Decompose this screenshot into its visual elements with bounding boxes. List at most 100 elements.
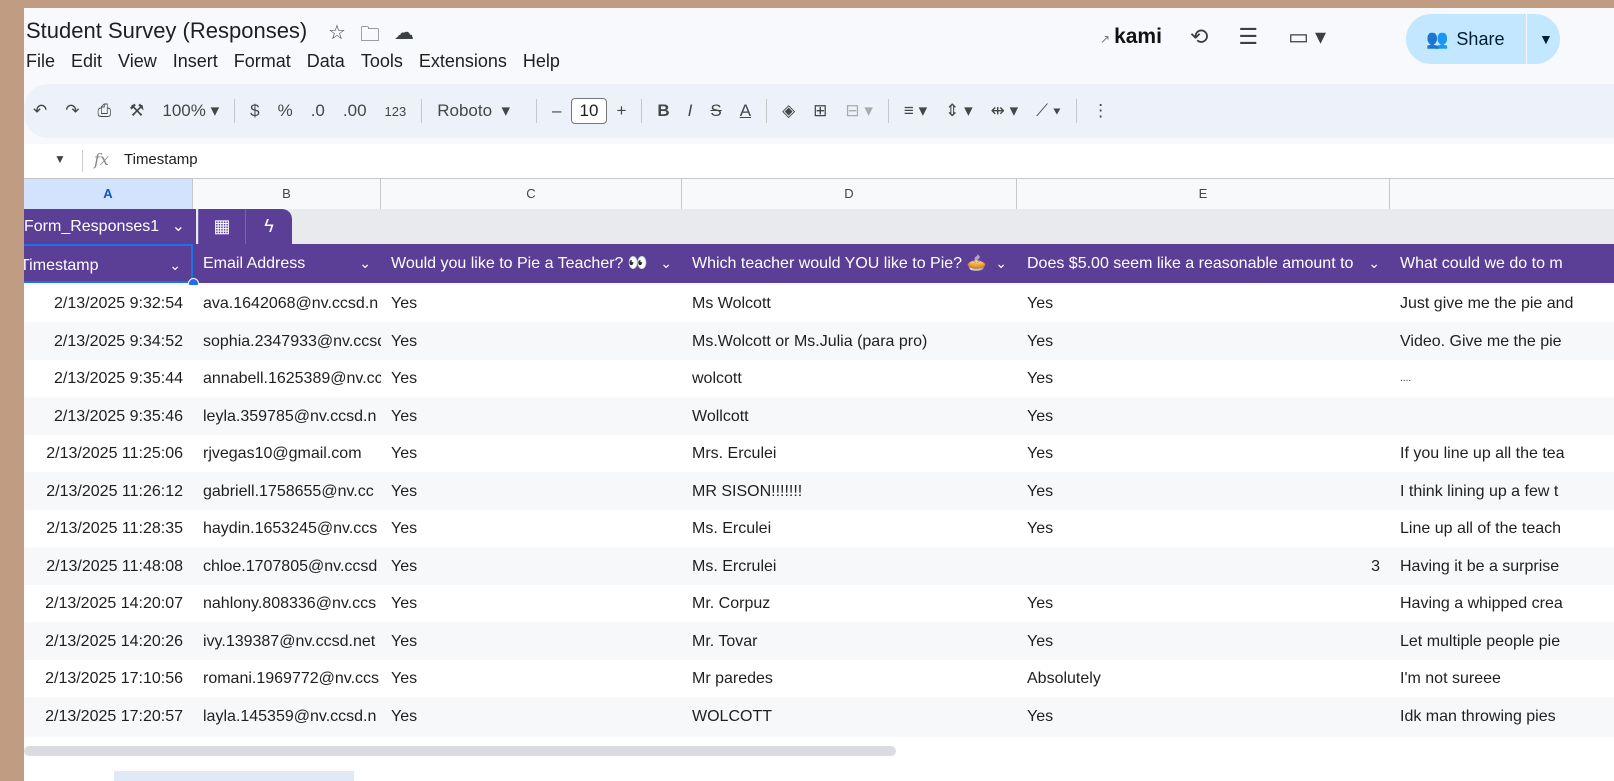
cell-which-teacher[interactable]: Mr. Corpuz [682, 585, 1017, 622]
header-email[interactable]: Email Address ⌄ [193, 244, 381, 283]
increase-font-size-button[interactable]: + [616, 101, 626, 121]
cell-email[interactable]: ava.1642068@nv.ccsd.n [193, 285, 381, 322]
undo-icon[interactable]: ↶ [33, 101, 47, 121]
header-timestamp[interactable]: Timestamp ⌄ [24, 244, 193, 283]
fill-color-icon[interactable]: ◈ [782, 101, 795, 121]
cell-timestamp[interactable]: 2/13/2025 17:10:56 [24, 660, 193, 697]
cell-which-teacher[interactable]: Mrs. Erculei [682, 435, 1017, 472]
share-dropdown-icon[interactable]: ▼ [1527, 31, 1553, 47]
cell-timestamp[interactable]: 2/13/2025 9:32:54 [24, 285, 193, 322]
column-header-c[interactable]: C [381, 179, 682, 209]
menu-help[interactable]: Help [523, 51, 560, 72]
column-header-e[interactable]: E [1017, 179, 1390, 209]
cell-what-could-we-do[interactable]: I'm not sureee [1390, 660, 1614, 697]
strikethrough-button[interactable]: S [710, 101, 721, 121]
cell-email[interactable]: ivy.139387@nv.ccsd.net [193, 623, 381, 660]
move-folder-icon[interactable]: 🗀 [360, 20, 380, 54]
cell-pie-teacher[interactable]: Yes [381, 698, 682, 735]
print-icon[interactable]: ⎙ [98, 101, 112, 121]
cell-timestamp[interactable]: 2/13/2025 9:35:44 [24, 360, 193, 397]
font-size-input[interactable]: 10 [570, 98, 608, 124]
menu-file[interactable]: File [26, 51, 55, 72]
table-row[interactable]: 2/13/2025 9:35:46 leyla.359785@nv.ccsd.n Y… [24, 397, 1614, 435]
star-icon[interactable]: ☆ [328, 20, 346, 54]
horizontal-scrollbar[interactable] [24, 737, 1614, 781]
cell-which-teacher[interactable]: MR SISON!!!!!!! [682, 473, 1017, 510]
formula-input[interactable]: Timestamp [124, 151, 198, 168]
cell-pie-teacher[interactable]: Yes [381, 360, 682, 397]
text-rotation-icon[interactable]: ⟋ ▾ [1036, 101, 1061, 121]
cell-what-could-we-do[interactable]: Just give me the pie and [1390, 285, 1614, 322]
text-color-button[interactable]: A [740, 101, 751, 121]
cell-email[interactable]: romani.1969772@nv.ccs [193, 660, 381, 697]
cell-which-teacher[interactable]: Ms.Wolcott or Ms.Julia (para pro) [682, 323, 1017, 360]
table-row[interactable]: 2/13/2025 9:35:44 annabell.1625389@nv.cc Y… [24, 360, 1614, 397]
cell-pie-teacher[interactable]: Yes [381, 435, 682, 472]
cell-what-could-we-do[interactable]: .... [1390, 360, 1614, 397]
lightning-icon[interactable]: ϟ [245, 209, 292, 244]
cell-what-could-we-do[interactable]: Idk man throwing pies [1390, 698, 1614, 735]
cell-email[interactable]: nahlony.808336@nv.ccs [193, 585, 381, 622]
cell-email[interactable]: chloe.1707805@nv.ccsd [193, 548, 381, 585]
column-header-f[interactable] [1390, 179, 1614, 209]
cell-what-could-we-do[interactable]: Line up all of the teach [1390, 510, 1614, 547]
cell-email[interactable]: rjvegas10@gmail.com [193, 435, 381, 472]
menu-edit[interactable]: Edit [71, 51, 102, 72]
cell-pie-teacher[interactable]: Yes [381, 548, 682, 585]
cell-reasonable-amount[interactable]: Yes [1017, 398, 1390, 435]
meet-icon[interactable]: ▭ ▾ [1288, 24, 1326, 50]
cell-pie-teacher[interactable]: Yes [381, 585, 682, 622]
menu-data[interactable]: Data [307, 51, 345, 72]
table-row[interactable]: 2/13/2025 11:28:35 haydin.1653245@nv.ccs Y… [24, 510, 1614, 547]
cell-email[interactable]: haydin.1653245@nv.ccs [193, 510, 381, 547]
header-reasonable-amount[interactable]: Does $5.00 seem like a reasonable amount… [1017, 244, 1390, 283]
decrease-font-size-button[interactable]: – [552, 101, 561, 121]
italic-button[interactable]: I [688, 101, 693, 121]
cell-email[interactable]: gabriell.1758655@nv.cc [193, 473, 381, 510]
cell-reasonable-amount[interactable]: Yes [1017, 698, 1390, 735]
header-pie-teacher[interactable]: Would you like to Pie a Teacher? 👀 ⌄ [381, 244, 682, 283]
cell-pie-teacher[interactable]: Yes [381, 398, 682, 435]
cell-email[interactable]: annabell.1625389@nv.cc [193, 360, 381, 397]
version-history-icon[interactable]: ⟲ [1190, 24, 1208, 50]
header-which-teacher[interactable]: Which teacher would YOU like to Pie? 🥧 ⌄ [682, 244, 1017, 283]
column-header-b[interactable]: B [193, 179, 381, 209]
cell-reasonable-amount[interactable]: 3 [1017, 548, 1390, 585]
cell-what-could-we-do[interactable]: Having a whipped crea [1390, 585, 1614, 622]
cell-reasonable-amount[interactable]: Yes [1017, 285, 1390, 322]
cloud-status-icon[interactable]: ☁ [394, 20, 414, 54]
font-select[interactable]: Roboto ▾ [437, 101, 510, 121]
more-formats-button[interactable]: 123 [385, 104, 407, 119]
increase-decimal-button[interactable]: .00 [343, 101, 367, 121]
calculator-icon[interactable]: ▦ [198, 209, 245, 244]
name-box-dropdown-icon[interactable]: ▼ [54, 152, 66, 166]
column-header-a[interactable]: A [24, 179, 193, 209]
menu-view[interactable]: View [118, 51, 157, 72]
cell-which-teacher[interactable]: Ms Wolcott [682, 285, 1017, 322]
cell-pie-teacher[interactable]: Yes [381, 473, 682, 510]
merge-cells-icon[interactable]: ⊟ ▾ [845, 101, 873, 121]
cell-which-teacher[interactable]: wolcott [682, 360, 1017, 397]
menu-insert[interactable]: Insert [173, 51, 218, 72]
cell-which-teacher[interactable]: Ms. Ercrulei [682, 548, 1017, 585]
cell-what-could-we-do[interactable]: If you line up all the tea [1390, 435, 1614, 472]
cell-timestamp[interactable]: 2/13/2025 11:28:35 [24, 510, 193, 547]
cell-what-could-we-do[interactable]: Having it be a surprise [1390, 548, 1614, 585]
cell-email[interactable]: layla.145359@nv.ccsd.n [193, 698, 381, 735]
cell-pie-teacher[interactable]: Yes [381, 323, 682, 360]
header-what-could-we-do[interactable]: What could we do to m [1390, 244, 1614, 283]
document-title[interactable]: Student Survey (Responses) [26, 18, 307, 44]
comments-icon[interactable]: ☰ [1238, 24, 1258, 50]
table-row[interactable]: 2/13/2025 17:20:57 layla.145359@nv.ccsd.n… [24, 697, 1614, 735]
zoom-select[interactable]: 100% ▾ [162, 101, 219, 121]
more-options-icon[interactable]: ⋮ [1092, 101, 1109, 121]
cell-pie-teacher[interactable]: Yes [381, 510, 682, 547]
decrease-decimal-button[interactable]: .0 [311, 101, 325, 121]
cell-which-teacher[interactable]: Wollcott [682, 398, 1017, 435]
menu-format[interactable]: Format [234, 51, 291, 72]
cell-timestamp[interactable]: 2/13/2025 11:25:06 [24, 435, 193, 472]
cell-timestamp[interactable]: 2/13/2025 14:20:07 [24, 585, 193, 622]
table-row[interactable]: 2/13/2025 11:26:12 gabriell.1758655@nv.cc… [24, 472, 1614, 510]
cell-timestamp[interactable]: 2/13/2025 14:20:26 [24, 623, 193, 660]
table-row[interactable]: 2/13/2025 14:20:26 ivy.139387@nv.ccsd.net… [24, 622, 1614, 660]
